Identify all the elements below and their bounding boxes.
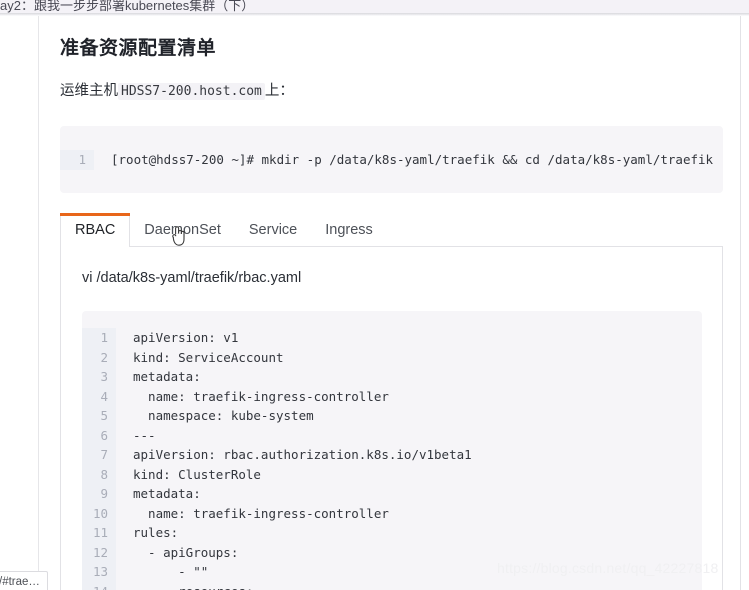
tab-label: RBAC xyxy=(75,222,116,238)
csdn-watermark: https://blog.csdn.net/qq_42227818 xyxy=(497,560,719,576)
code-line-text: - "" xyxy=(133,564,209,579)
code-line-number: 3 xyxy=(82,367,116,387)
tab-service[interactable]: Service xyxy=(235,213,311,247)
code-line-text: metadata: xyxy=(133,369,201,384)
code-line-text: rules: xyxy=(133,525,179,540)
tab-label: Ingress xyxy=(325,222,373,238)
code-line-text: [root@hdss7-200 ~]# mkdir -p /data/k8s-y… xyxy=(111,152,714,167)
code-line: 1 apiVersion: v1 xyxy=(82,328,702,348)
code-line: 1 [root@hdss7-200 ~]# mkdir -p /data/k8s-… xyxy=(60,150,723,170)
code-line-text: metadata: xyxy=(133,486,201,501)
code-line-text: --- xyxy=(133,427,156,443)
code-line-number: 8 xyxy=(82,464,116,484)
code-line-number: 14 xyxy=(82,581,116,590)
right-scroll-rail[interactable] xyxy=(741,16,749,590)
tab-panel-rbac: vi /data/k8s-yaml/traefik/rbac.yaml 1 api… xyxy=(60,246,723,590)
intro-suffix: 上： xyxy=(264,83,294,99)
code-line-number: 13 xyxy=(82,562,116,582)
yaml-code-lines: 1 apiVersion: v1 2 kind: ServiceAccount 3 met… xyxy=(82,311,702,590)
yaml-code-block[interactable]: 1 apiVersion: v1 2 kind: ServiceAccount 3 met… xyxy=(82,311,702,590)
code-line-text: kind: ClusterRole xyxy=(133,466,261,482)
code-line-number: 10 xyxy=(82,503,116,523)
section-heading: 准备资源配置清单 xyxy=(60,38,217,59)
code-line-text: namespace: kube-system xyxy=(133,408,314,423)
code-line: 2 kind: ServiceAccount xyxy=(82,347,702,367)
code-line: 10 name: traefik-ingress-controller xyxy=(82,503,702,523)
code-line-text: name: traefik-ingress-controller xyxy=(133,505,389,521)
code-line-number: 6 xyxy=(82,425,116,445)
code-line-text: - apiGroups: xyxy=(133,544,239,560)
code-line-number: 2 xyxy=(82,347,116,367)
left-gutter xyxy=(0,16,38,590)
code-line: 9 metadata: xyxy=(82,484,702,504)
code-line-number: 12 xyxy=(82,542,116,562)
article-body: 准备资源配置清单 运维主机 HDSS7-200.host.com 上： 1 [root… xyxy=(39,16,740,590)
browser-status-bar: ) /#trae… xyxy=(0,571,48,590)
code-line-text: - resources: xyxy=(116,582,253,590)
intro-prefix: 运维主机 xyxy=(60,83,118,99)
tab-label: Service xyxy=(248,222,298,238)
code-line-number: 4 xyxy=(82,386,116,406)
code-line-text: kind: ServiceAccount xyxy=(133,349,284,365)
code-line-number: 7 xyxy=(82,445,116,465)
inline-code-host: HDSS7-200.host.com xyxy=(118,83,265,100)
page-title-fragment: ay2：跟我一步步部署kubernetes集群（下） xyxy=(0,0,255,13)
code-line-number: 11 xyxy=(82,523,116,543)
code-line-number: 5 xyxy=(82,406,116,426)
code-line-text: apiVersion: rbac.authorization.k8s.io/v1… xyxy=(133,447,472,462)
code-line-text: apiVersion: v1 xyxy=(133,330,239,345)
tab-strip: RBAC DaemonSet Service Ingress xyxy=(60,213,723,248)
tab-daemonset[interactable]: DaemonSet xyxy=(130,213,235,247)
status-bar-text: ) /#trae… xyxy=(0,575,40,588)
browser-title-strip: ay2：跟我一步步部署kubernetes集群（下） xyxy=(0,0,749,13)
code-line: 8 kind: ClusterRole xyxy=(82,464,702,484)
code-line-number: 1 xyxy=(82,328,116,348)
page-root: ay2：跟我一步步部署kubernetes集群（下） 准备资源配置清单 运维主机… xyxy=(0,0,749,590)
tab-widget: RBAC DaemonSet Service Ingress vi /data/k8s… xyxy=(60,213,723,590)
code-line: 4 name: traefik-ingress-controller xyxy=(82,386,702,406)
code-line-number: 1 xyxy=(60,150,94,170)
shell-code-block[interactable]: 1 [root@hdss7-200 ~]# mkdir -p /data/k8s-… xyxy=(60,126,723,193)
code-line: 11 rules: xyxy=(82,523,702,543)
intro-paragraph: 运维主机 HDSS7-200.host.com 上： xyxy=(60,79,294,100)
tab-ingress[interactable]: Ingress xyxy=(311,213,387,247)
shell-code-lines: 1 [root@hdss7-200 ~]# mkdir -p /data/k8s-… xyxy=(60,126,723,170)
panel-command-text: vi /data/k8s-yaml/traefik/rbac.yaml xyxy=(82,270,302,286)
code-line: 14 - resources: xyxy=(82,581,702,590)
tab-label: DaemonSet xyxy=(144,222,221,238)
code-line-text: name: traefik-ingress-controller xyxy=(133,388,389,404)
code-line: 5 namespace: kube-system xyxy=(82,406,702,426)
code-line: 6 --- xyxy=(82,425,702,445)
tab-rbac[interactable]: RBAC xyxy=(60,213,131,248)
code-line: 7 apiVersion: rbac.authorization.k8s.io/v… xyxy=(82,445,702,465)
code-line: 3 metadata: xyxy=(82,367,702,387)
code-line-number: 9 xyxy=(82,484,116,504)
